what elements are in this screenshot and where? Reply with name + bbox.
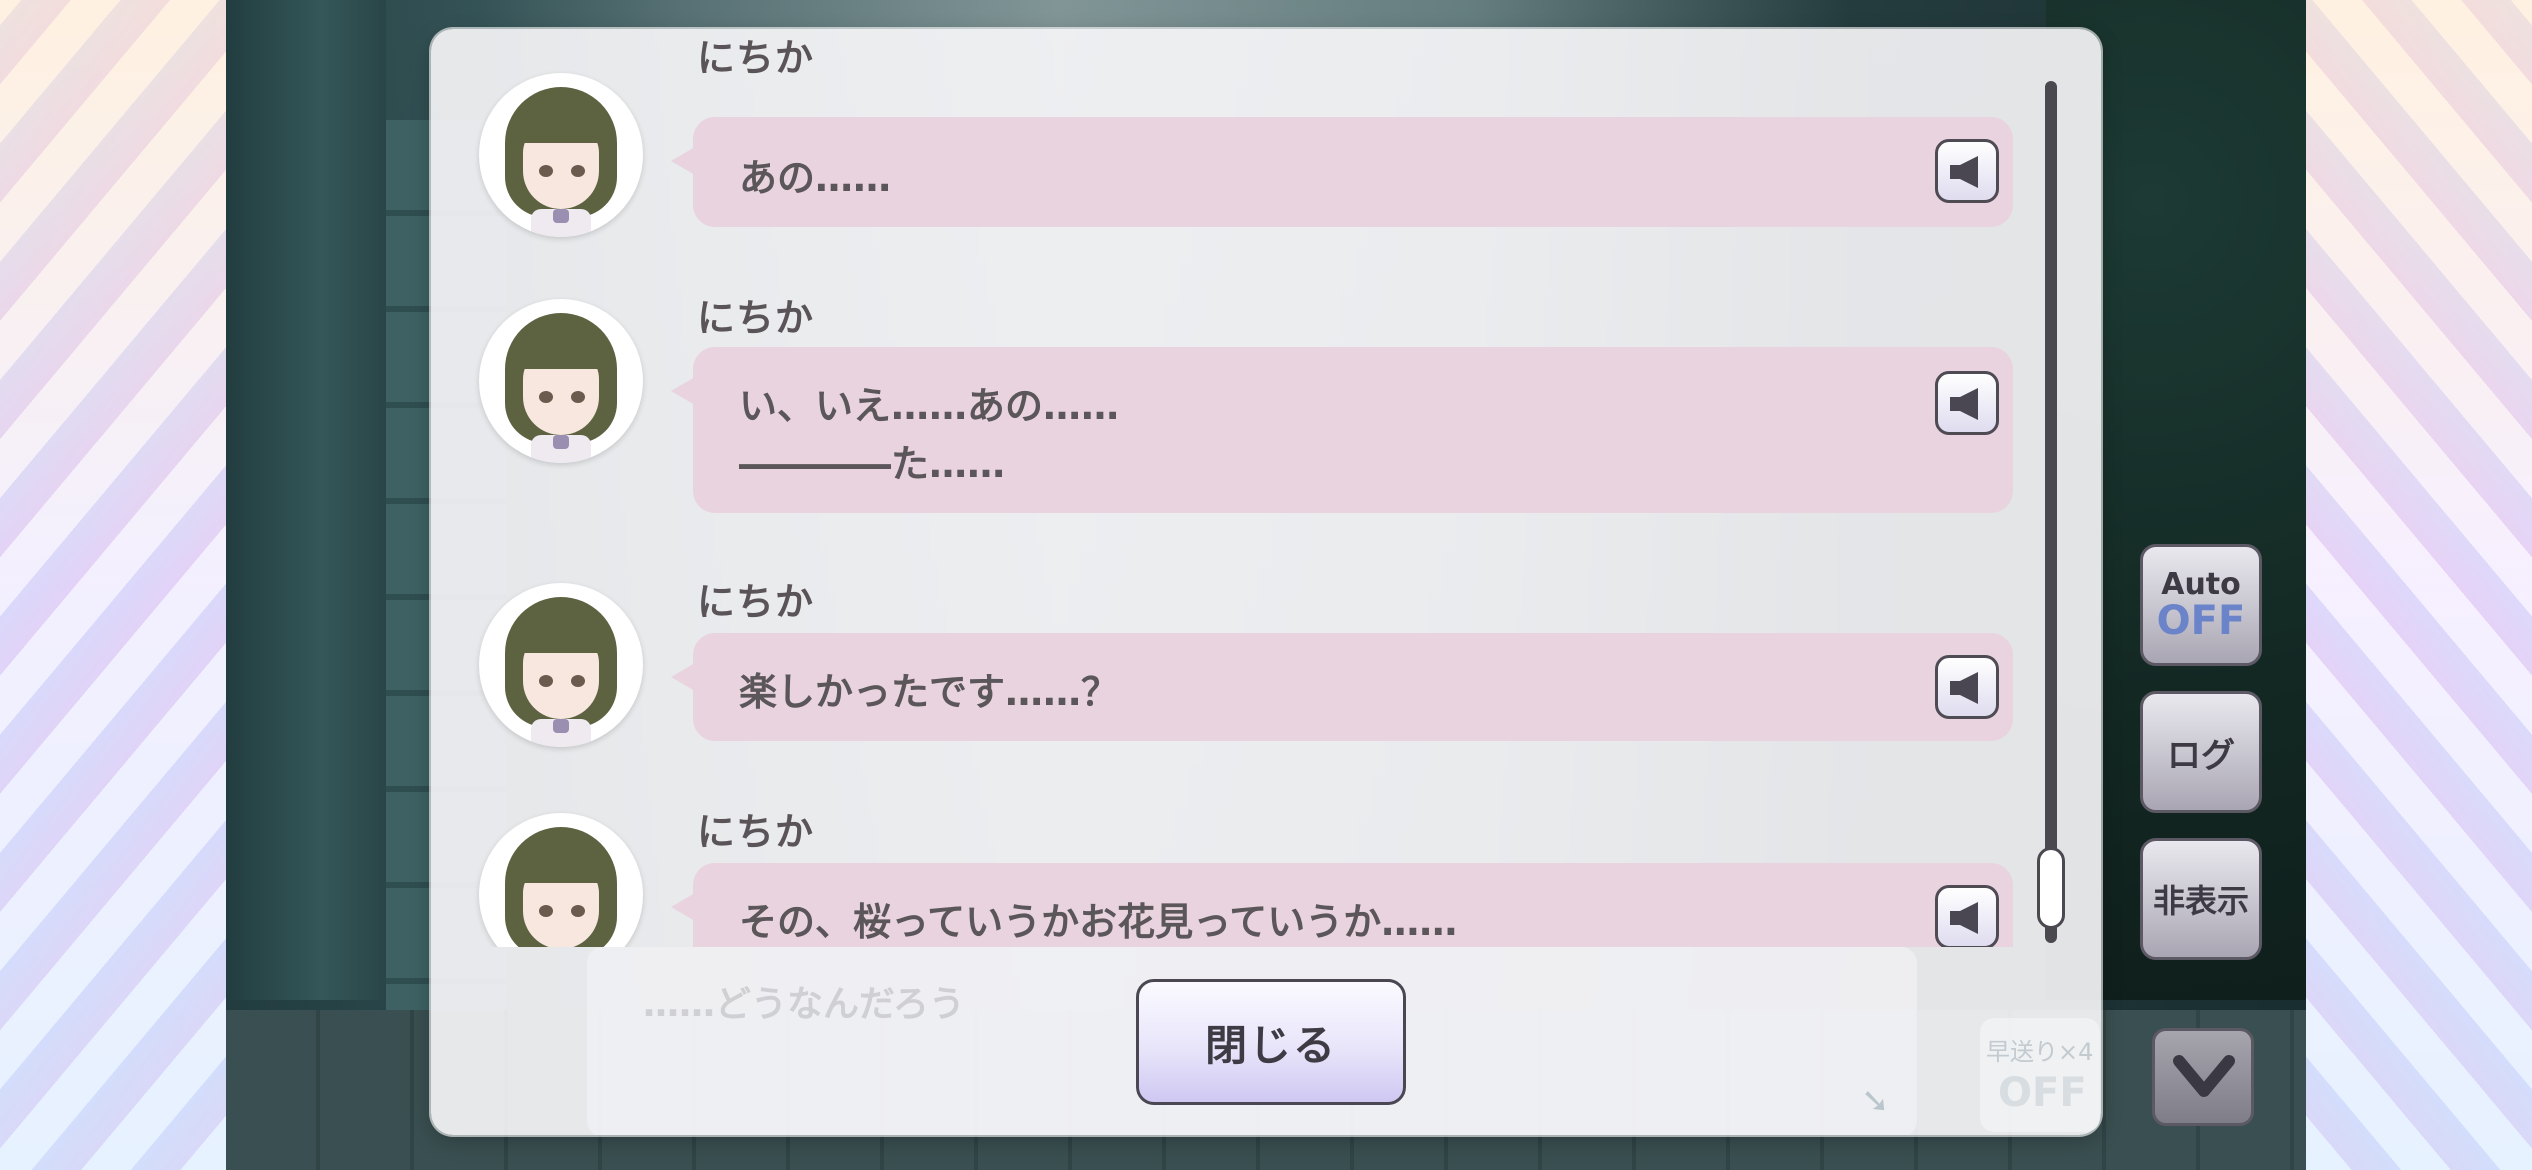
close-button-label: 閉じる: [1204, 1020, 1337, 1070]
dialogue-line: 楽しかったです……？: [739, 670, 1120, 714]
speaker-icon: [1950, 156, 1978, 188]
voice-play-button[interactable]: [1935, 139, 1999, 203]
fast-forward-state: OFF: [1998, 1070, 2087, 1116]
speaker-icon: [1950, 388, 1978, 420]
chevron-down-icon: [2173, 1055, 2235, 1097]
dialogue-line: あの……: [739, 156, 892, 200]
auto-toggle-button[interactable]: Auto OFF: [2140, 544, 2262, 666]
speaker-avatar: [479, 813, 643, 947]
speaker-name: にちか: [697, 36, 815, 80]
dialogue-line: い、いえ……あの……: [739, 384, 1120, 428]
message-next-arrow: ➘: [1861, 1081, 1890, 1121]
speaker-avatar: [479, 73, 643, 237]
voice-play-button[interactable]: [1935, 371, 1999, 435]
dialogue-line: その、桜っていうかお花見っていうか……: [739, 900, 1458, 944]
dialogue-bubble: 楽しかったです……？: [671, 633, 2013, 741]
right-decorative-stripes: [2302, 0, 2532, 1170]
hide-button-label: 非表示: [2152, 882, 2249, 920]
speaker-avatar: [479, 583, 643, 747]
voice-play-button[interactable]: [1935, 885, 1999, 947]
voice-play-button[interactable]: [1935, 655, 1999, 719]
building-pillar: [226, 0, 386, 1000]
close-button[interactable]: 閉じる: [1136, 979, 1406, 1105]
hide-button[interactable]: 非表示: [2140, 838, 2262, 960]
speaker-name: にちか: [697, 296, 815, 340]
dialogue-bubble: その、桜っていうかお花見っていうか……: [671, 863, 2013, 947]
log-button[interactable]: ログ: [2140, 691, 2262, 813]
dialogue-line: ――――た……: [739, 442, 1006, 486]
speaker-icon: [1950, 672, 1978, 704]
left-decorative-stripes: [0, 0, 230, 1170]
log-button-label: ログ: [2167, 735, 2235, 776]
log-scrollbar-thumb[interactable]: [2037, 847, 2065, 929]
log-scrollbar-track[interactable]: [2045, 81, 2057, 943]
speaker-name: にちか: [697, 580, 815, 624]
fast-forward-label: 早送り×4: [1986, 1038, 2094, 1066]
dialogue-bubble: い、いえ……あの…… ――――た……: [671, 347, 2013, 513]
speaker-icon: [1950, 902, 1978, 934]
background-message-text: ……どうなんだろう: [643, 984, 965, 1025]
auto-state: OFF: [2156, 598, 2246, 644]
log-scroll-area[interactable]: にちか あの…… にちか い、いえ……あの…… ――――た…… にちか 楽しかっ…: [431, 29, 2101, 947]
speaker-name: にちか: [697, 810, 815, 854]
dialogue-bubble: あの……: [671, 117, 2013, 227]
speaker-avatar: [479, 299, 643, 463]
collapse-button[interactable]: [2152, 1028, 2254, 1126]
auto-label: Auto: [2161, 567, 2241, 602]
fast-forward-button[interactable]: 早送り×4 OFF: [1980, 1018, 2100, 1132]
log-panel: ……どうなんだろう ➘ にちか あの…… にちか い、いえ……あの…… ――――…: [431, 29, 2101, 1135]
